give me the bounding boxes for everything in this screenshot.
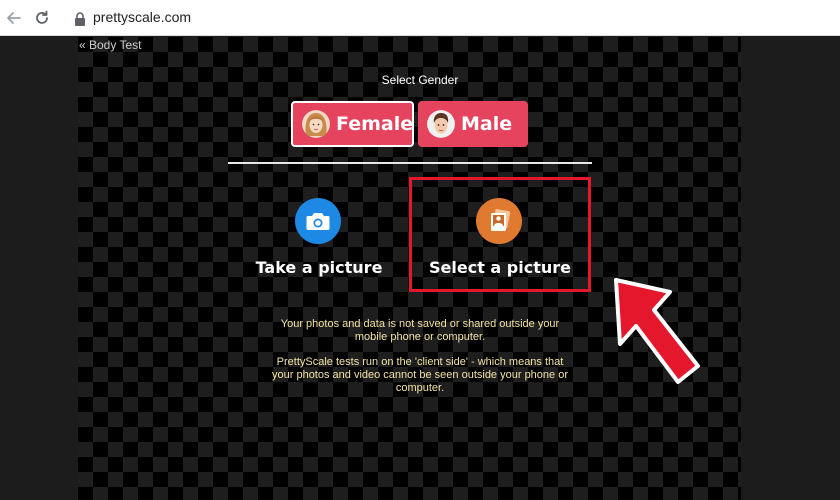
address-bar-url[interactable]: prettyscale.com	[93, 9, 191, 25]
male-button[interactable]: Male	[418, 101, 528, 147]
client-side-notice-text: PrettyScale tests run on the 'client sid…	[272, 356, 568, 394]
privacy-notice-text: Your photos and data is not saved or sha…	[280, 318, 560, 343]
photo-gallery-icon	[476, 198, 522, 244]
male-button-label: Male	[461, 113, 513, 135]
select-gender-label: Select Gender	[381, 73, 459, 87]
back-arrow-icon[interactable]	[4, 8, 24, 28]
take-picture-option[interactable]: Take a picture	[228, 177, 410, 292]
privacy-notice: Your photos and data is not saved or sha…	[0, 318, 840, 344]
take-picture-label: Take a picture	[255, 258, 383, 277]
reload-icon[interactable]	[32, 8, 52, 28]
page-content: « Body Test Select Gender Female Male Ta…	[0, 37, 840, 500]
client-side-notice: PrettyScale tests run on the 'client sid…	[0, 356, 840, 395]
red-arrow-icon	[614, 278, 700, 384]
back-link-body-test[interactable]: « Body Test	[79, 38, 141, 52]
male-avatar-icon	[427, 110, 455, 138]
female-button-label: Female	[336, 113, 414, 135]
female-button[interactable]: Female	[291, 101, 414, 147]
camera-icon	[295, 198, 341, 244]
select-picture-option[interactable]: Select a picture	[409, 177, 591, 292]
female-avatar-icon	[302, 110, 330, 138]
select-picture-label: Select a picture	[429, 258, 571, 277]
browser-toolbar: prettyscale.com	[0, 0, 840, 36]
divider	[228, 162, 592, 164]
lock-icon[interactable]	[74, 11, 86, 26]
